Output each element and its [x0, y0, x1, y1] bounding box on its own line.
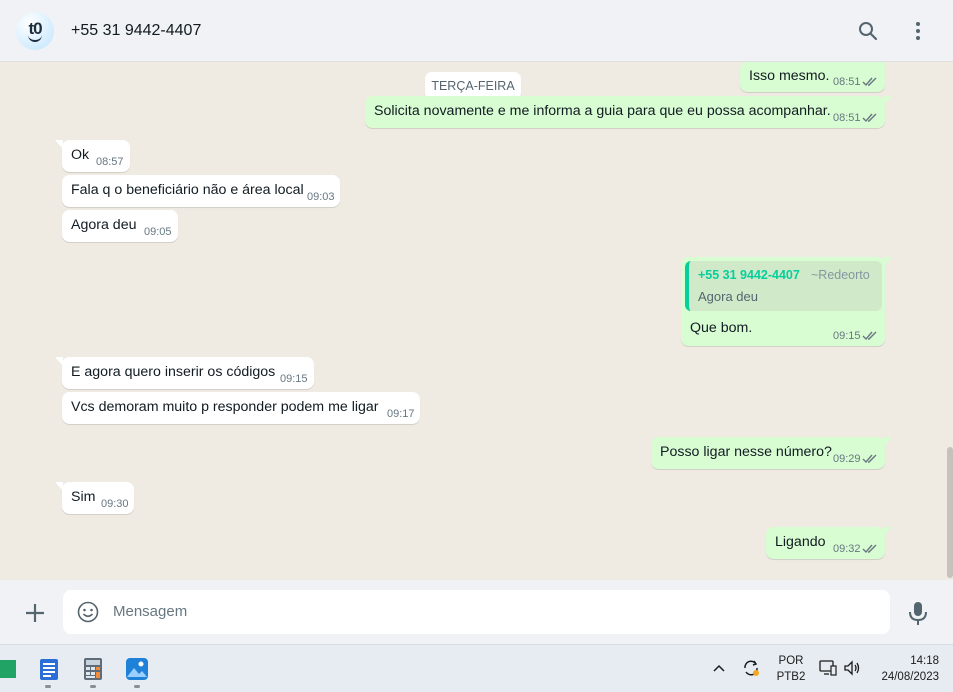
more-vert-icon[interactable] — [905, 18, 931, 44]
read-ticks-icon — [862, 77, 877, 87]
message-text: Posso ligar nesse número? — [660, 444, 832, 460]
emoji-icon[interactable] — [77, 601, 99, 623]
quoted-push-name: ~Redeorto — [811, 268, 870, 282]
message-text: Que bom. — [690, 320, 753, 336]
message-incoming[interactable]: Ok 08:57 — [55, 140, 130, 172]
chat-scrollbar[interactable] — [947, 447, 953, 578]
windows-taskbar: POR PTB2 14:18 24/08/2023 — [0, 644, 953, 692]
keyboard-layout[interactable]: PTB2 — [774, 671, 808, 683]
language-code[interactable]: POR — [776, 655, 806, 667]
bubble-tail — [55, 482, 63, 491]
network-icon[interactable] — [819, 660, 837, 676]
bubble-tail — [884, 96, 892, 105]
message-time: 09:32 — [833, 543, 861, 555]
message-input-placeholder[interactable]: Mensagem — [113, 603, 187, 620]
bubble-tail — [55, 357, 63, 366]
message-incoming[interactable]: Fala q o beneficiário não e área local 0… — [62, 175, 340, 207]
read-ticks-icon — [862, 544, 877, 554]
bubble-tail — [55, 140, 63, 149]
message-time: 09:30 — [101, 498, 129, 510]
notepad-icon[interactable] — [37, 657, 61, 681]
message-time: 08:51 — [833, 76, 861, 88]
message-incoming[interactable]: Agora deu 09:05 — [62, 210, 178, 242]
message-text: Vcs demoram muito p responder podem me l… — [71, 399, 379, 415]
message-text: Isso mesmo. — [749, 68, 830, 84]
plus-icon[interactable] — [22, 600, 48, 626]
message-text: Ok — [71, 147, 90, 163]
quoted-sender: +55 31 9442-4407 — [698, 268, 800, 282]
bubble-tail — [884, 257, 892, 266]
read-ticks-icon — [862, 113, 877, 123]
bubble-tail — [884, 437, 892, 446]
message-composer: Mensagem — [0, 580, 953, 644]
chat-messages-area[interactable]: Isso mesmo. 08:51 TERÇA-FEIRA Solicita n… — [0, 62, 953, 580]
message-time: 09:29 — [833, 453, 861, 465]
clock-date[interactable]: 24/08/2023 — [873, 671, 953, 683]
calculator-icon[interactable] — [81, 657, 105, 681]
clock-time[interactable]: 14:18 — [893, 655, 953, 667]
message-time: 09:05 — [144, 226, 172, 238]
app-running-indicator — [45, 685, 51, 688]
app-running-indicator — [134, 685, 140, 688]
message-time: 09:15 — [280, 373, 308, 385]
message-incoming[interactable]: Sim 09:30 — [55, 482, 134, 514]
photos-icon[interactable] — [125, 657, 149, 681]
bubble-tail — [884, 527, 892, 536]
message-time: 09:03 — [307, 191, 335, 203]
message-time: 08:57 — [96, 156, 124, 168]
message-input-box[interactable]: Mensagem — [63, 590, 890, 634]
read-ticks-icon — [862, 454, 877, 464]
message-text: E agora quero inserir os códigos — [71, 364, 276, 380]
quoted-text: Agora deu — [698, 289, 758, 304]
message-outgoing-reply[interactable]: +55 31 9442-4407 ~Redeorto Agora deu Que… — [681, 257, 892, 346]
message-text: Agora deu — [71, 217, 137, 233]
message-time: 09:15 — [833, 330, 861, 342]
mic-icon[interactable] — [906, 600, 930, 626]
avatar-smile-decoration — [28, 35, 42, 42]
message-outgoing[interactable]: Ligando 09:32 — [766, 527, 892, 559]
chat-header: t0 +55 31 9442-4407 — [0, 0, 953, 62]
message-text: Ligando — [775, 534, 826, 550]
sync-icon[interactable] — [741, 658, 761, 678]
volume-icon[interactable] — [843, 660, 861, 676]
message-text: Solicita novamente e me informa a guia p… — [374, 103, 831, 119]
contact-avatar[interactable]: t0 — [16, 12, 54, 50]
app-running-indicator — [90, 685, 96, 688]
contact-name[interactable]: +55 31 9442-4407 — [71, 22, 201, 40]
message-text: Sim — [71, 489, 96, 505]
message-outgoing[interactable]: Isso mesmo. 08:51 — [740, 62, 885, 92]
chevron-up-icon[interactable] — [712, 663, 726, 673]
message-time: 08:51 — [833, 112, 861, 124]
excel-icon[interactable] — [0, 657, 16, 681]
message-incoming[interactable]: E agora quero inserir os códigos 09:15 — [55, 357, 314, 389]
quoted-message[interactable]: +55 31 9442-4407 ~Redeorto Agora deu — [685, 261, 882, 311]
message-outgoing[interactable]: Solicita novamente e me informa a guia p… — [365, 96, 892, 128]
search-icon[interactable] — [855, 18, 881, 44]
message-text: Fala q o beneficiário não e área local — [71, 182, 304, 198]
read-ticks-icon — [862, 331, 877, 341]
message-time: 09:17 — [387, 408, 415, 420]
message-incoming[interactable]: Vcs demoram muito p responder podem me l… — [62, 392, 420, 424]
message-outgoing[interactable]: Posso ligar nesse número? 09:29 — [651, 437, 892, 469]
